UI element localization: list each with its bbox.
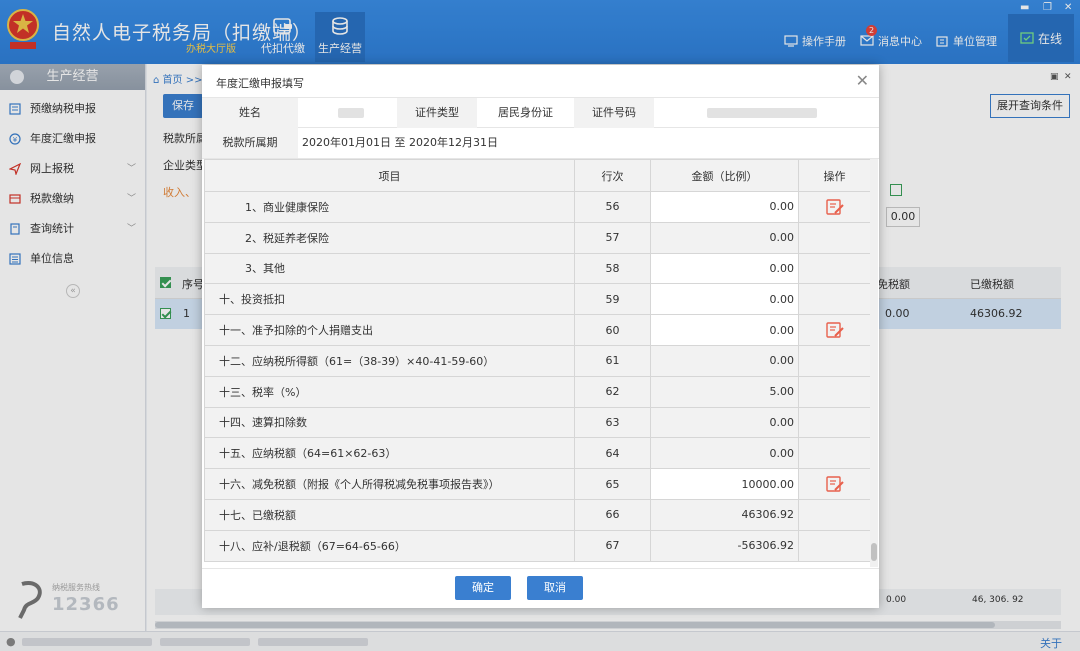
row-op (798, 529, 870, 562)
row-op (798, 498, 870, 531)
table-row: 十、投资抵扣 59 0.00 (204, 283, 870, 316)
name-label: 姓名 (202, 98, 298, 128)
row-line: 62 (574, 375, 651, 408)
row-op (798, 344, 870, 377)
row-amount-input[interactable]: 0.00 (650, 283, 799, 316)
line-header: 行次 (574, 159, 651, 192)
id-type-value: 居民身份证 (498, 106, 553, 119)
op-header: 操作 (798, 159, 870, 192)
row-item: 十二、应纳税所得额（61=（38-39）×40-41-59-60） (204, 344, 575, 377)
row-amount: 0.00 (650, 221, 799, 254)
row-line: 64 (574, 437, 651, 470)
table-row: 1、商业健康保险 56 0.00 (204, 191, 870, 223)
row-item: 1、商业健康保险 (204, 191, 575, 223)
row-op (798, 283, 870, 316)
name-value-blurred (338, 108, 364, 118)
scroll-thumb[interactable] (871, 543, 877, 561)
row-line: 57 (574, 221, 651, 254)
declare-table: 项目 行次 金额（比例） 操作 1、商业健康保险 56 0.00 2、税延养老保… (204, 159, 870, 567)
taxpayer-info-row: 姓名 证件类型 居民身份证 证件号码 (202, 97, 879, 128)
table-row: 3、其他 58 0.00 (204, 252, 870, 285)
row-amount: 0.00 (650, 406, 799, 439)
table-row: 十七、已缴税额 66 46306.92 (204, 498, 870, 531)
row-op (798, 406, 870, 439)
row-item: 十三、税率（%） (204, 375, 575, 408)
table-row: 十五、应纳税额（64=61×62-63） 64 0.00 (204, 437, 870, 470)
row-amount: -56306.92 (650, 529, 799, 562)
row-line: 56 (574, 191, 651, 223)
row-item: 3、其他 (204, 252, 575, 285)
cancel-button[interactable]: 取消 (527, 576, 583, 600)
edit-icon[interactable] (825, 198, 845, 216)
row-line: 59 (574, 283, 651, 316)
table-header-row: 项目 行次 金额（比例） 操作 (204, 159, 870, 192)
table-row: 十三、税率（%） 62 5.00 (204, 375, 870, 408)
row-op (798, 468, 870, 500)
dialog-footer: 确定 取消 (202, 568, 879, 608)
row-item: 2、税延养老保险 (204, 221, 575, 254)
row-op (798, 437, 870, 470)
row-amount-selected[interactable]: 0.00 (650, 437, 799, 470)
row-op (798, 314, 870, 346)
period-value: 2020年01月01日 至 2020年12月31日 (302, 136, 498, 149)
period-label: 税款所属期 (202, 128, 298, 158)
row-item: 十八、应补/退税额（67=64-65-66） (204, 529, 575, 562)
edit-icon[interactable] (825, 475, 845, 493)
row-line: 58 (574, 252, 651, 285)
table-row: 十一、准予扣除的个人捐赠支出 60 0.00 (204, 314, 870, 346)
row-amount-input[interactable]: 10000.00 (650, 468, 799, 500)
table-row: 十六、减免税额（附报《个人所得税减免税事项报告表》） 65 10000.00 (204, 468, 870, 500)
row-op (798, 375, 870, 408)
amount-header: 金额（比例） (650, 159, 799, 192)
row-line: 63 (574, 406, 651, 439)
row-line: 60 (574, 314, 651, 346)
edit-icon[interactable] (825, 321, 845, 339)
row-op (798, 221, 870, 254)
row-line: 67 (574, 529, 651, 562)
vertical-scrollbar[interactable] (870, 159, 878, 567)
row-line: 65 (574, 468, 651, 500)
dialog-title: 年度汇缴申报填写 (216, 77, 304, 90)
confirm-button[interactable]: 确定 (455, 576, 511, 600)
id-number-label: 证件号码 (574, 98, 654, 128)
table-row: 十二、应纳税所得额（61=（38-39）×40-41-59-60） 61 0.0… (204, 344, 870, 377)
id-type-label: 证件类型 (397, 98, 477, 128)
row-amount: 5.00 (650, 375, 799, 408)
item-header: 项目 (204, 159, 575, 192)
row-amount-input[interactable]: 0.00 (650, 314, 799, 346)
table-row: 十四、速算扣除数 63 0.00 (204, 406, 870, 439)
row-line: 61 (574, 344, 651, 377)
table-row: 十八、应补/退税额（67=64-65-66） 67 -56306.92 (204, 529, 870, 562)
annual-declare-dialog: 年度汇缴申报填写 ✕ 姓名 证件类型 居民身份证 证件号码 税款所属期 2020… (202, 65, 879, 608)
row-op (798, 252, 870, 285)
id-number-blurred (707, 108, 817, 118)
row-amount-input[interactable]: 0.00 (650, 252, 799, 285)
row-item: 十一、准予扣除的个人捐赠支出 (204, 314, 575, 346)
period-info-row: 税款所属期 2020年01月01日 至 2020年12月31日 (202, 128, 879, 159)
row-amount: 46306.92 (650, 498, 799, 531)
row-item: 十四、速算扣除数 (204, 406, 575, 439)
row-item: 十六、减免税额（附报《个人所得税减免税事项报告表》） (204, 468, 575, 500)
row-amount: 0.00 (650, 344, 799, 377)
row-amount-input[interactable]: 0.00 (650, 191, 799, 223)
table-row: 2、税延养老保险 57 0.00 (204, 221, 870, 254)
row-line: 66 (574, 498, 651, 531)
row-op (798, 191, 870, 223)
row-item: 十五、应纳税额（64=61×62-63） (204, 437, 575, 470)
close-icon[interactable]: ✕ (856, 71, 869, 90)
row-item: 十、投资抵扣 (204, 283, 575, 316)
row-item: 十七、已缴税额 (204, 498, 575, 531)
